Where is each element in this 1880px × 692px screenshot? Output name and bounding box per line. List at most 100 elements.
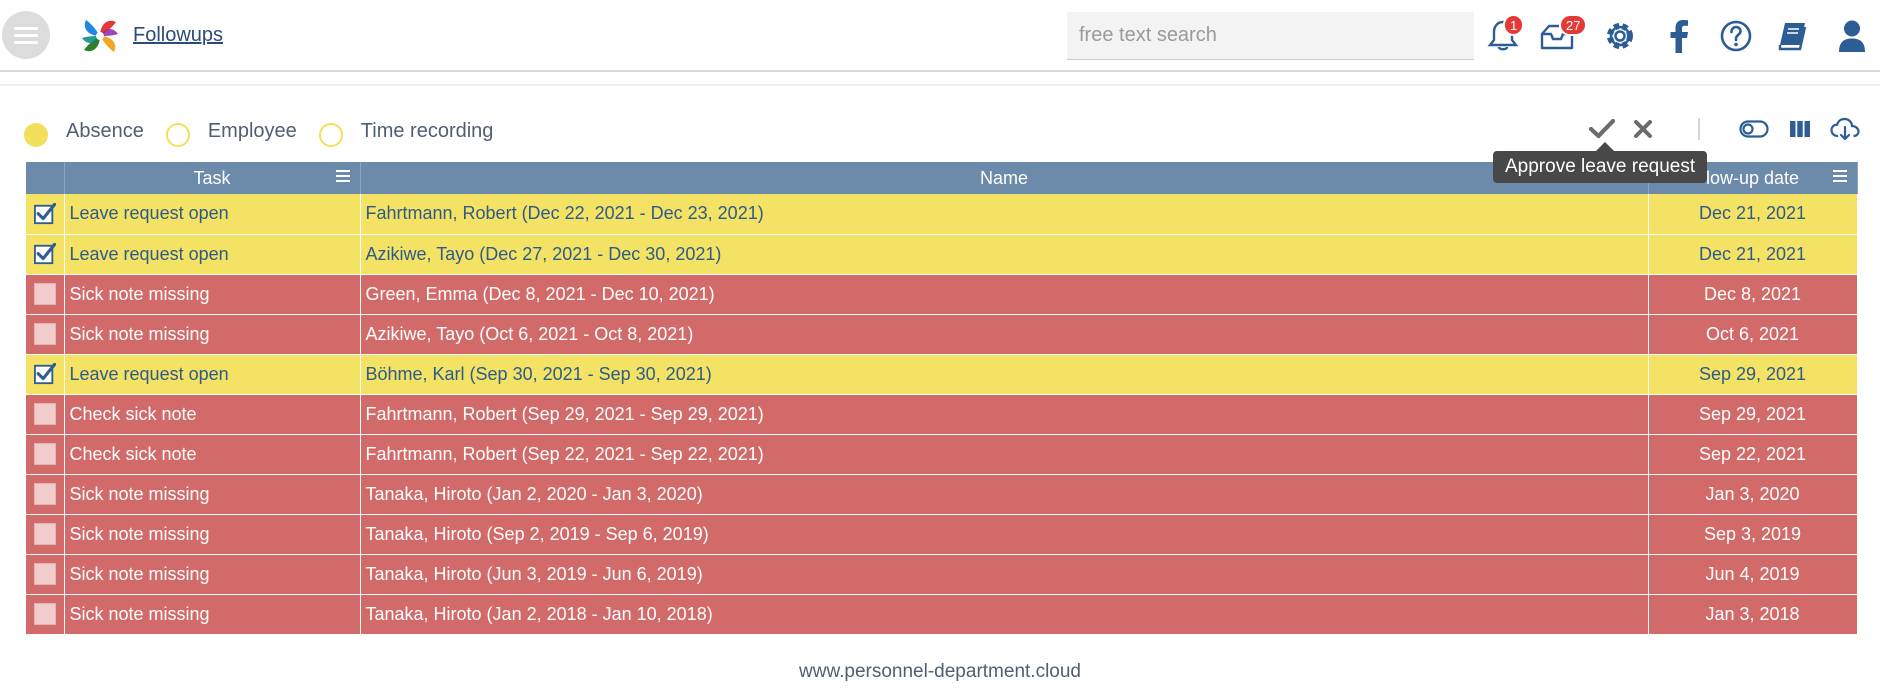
checkbox-unchecked[interactable]: [33, 323, 56, 345]
filter-time-recording[interactable]: Time recording: [318, 115, 493, 147]
filter-label: Absence: [66, 119, 144, 142]
followup-date-cell: Sep 29, 2021: [1648, 394, 1858, 435]
filter-label: Employee: [207, 119, 297, 142]
checkbox-unchecked[interactable]: [33, 523, 56, 545]
name-cell: Böhme, Karl (Sep 30, 2021 - Sep 30, 2021…: [360, 354, 1649, 395]
toolbar-divider: [1698, 118, 1700, 140]
column-header-label: Name: [979, 167, 1028, 188]
settings-button[interactable]: [1600, 16, 1640, 56]
app-title-link[interactable]: Followups: [133, 24, 223, 47]
checkbox-checked[interactable]: [33, 363, 56, 385]
select-cell[interactable]: [26, 234, 65, 275]
checkbox-unchecked[interactable]: [33, 283, 56, 305]
select-cell[interactable]: [26, 354, 65, 395]
name-cell: Green, Emma (Dec 8, 2021 - Dec 10, 2021): [360, 274, 1649, 315]
table-row[interactable]: Sick note missing Tanaka, Hiroto (Jun 3, …: [26, 554, 1858, 595]
top-header: Followups 1 27: [0, 0, 1880, 72]
select-cell[interactable]: [26, 314, 65, 355]
task-cell: Sick note missing: [64, 514, 361, 555]
app-logo: [82, 20, 118, 52]
column-menu-icon[interactable]: [335, 170, 350, 184]
time-recording-radio[interactable]: [318, 123, 343, 147]
checkbox-unchecked[interactable]: [33, 603, 56, 625]
user-account-button[interactable]: [1832, 16, 1872, 56]
download-button[interactable]: [1829, 114, 1861, 144]
gear-icon: [1607, 23, 1633, 49]
checkbox-unchecked[interactable]: [33, 403, 56, 425]
facebook-link[interactable]: [1659, 16, 1699, 56]
checkbox-checked[interactable]: [33, 202, 56, 225]
table-body: Leave request open Fahrtmann, Robert (Dec…: [26, 194, 1858, 635]
category-filter-group: Absence Employee Time recording: [24, 115, 515, 147]
table-row[interactable]: Sick note missing Green, Emma (Dec 8, 202…: [26, 274, 1858, 315]
facebook-icon: [1670, 20, 1688, 53]
task-column-header[interactable]: Task: [64, 162, 361, 194]
absence-radio[interactable]: [24, 123, 48, 147]
followup-date-cell: Oct 6, 2021: [1648, 314, 1858, 355]
select-cell[interactable]: [26, 594, 65, 635]
search-input[interactable]: [1067, 12, 1474, 60]
followup-date-cell: Jan 3, 2018: [1648, 594, 1858, 635]
menu-icon-bar: [14, 40, 38, 44]
help-button[interactable]: [1716, 16, 1756, 56]
footer-url: www.personnel-department.cloud: [799, 661, 1081, 682]
table-row[interactable]: Sick note missing Tanaka, Hiroto (Sep 2, …: [26, 514, 1858, 555]
employee-radio[interactable]: [165, 123, 190, 147]
task-cell: Sick note missing: [64, 474, 361, 515]
approve-button[interactable]: [1586, 114, 1618, 144]
messages-badge: 27: [1559, 14, 1588, 36]
column-menu-icon[interactable]: [1832, 170, 1847, 184]
menu-button[interactable]: [2, 11, 50, 59]
table-row[interactable]: Sick note missing Tanaka, Hiroto (Jan 2, …: [26, 594, 1858, 635]
table-row[interactable]: Leave request open Azikiwe, Tayo (Dec 27,…: [26, 234, 1858, 275]
select-column-header: [26, 162, 65, 194]
select-cell[interactable]: [26, 474, 65, 515]
checkbox-unchecked[interactable]: [33, 443, 56, 465]
columns-button[interactable]: [1784, 114, 1816, 144]
column-header-label: Task: [193, 167, 231, 188]
checkbox-checked[interactable]: [33, 243, 56, 265]
followup-date-cell: Jan 3, 2020: [1648, 474, 1858, 515]
task-cell: Sick note missing: [64, 314, 361, 355]
column-header-label: low-up date: [1705, 167, 1800, 188]
messages-button[interactable]: 27: [1537, 14, 1588, 56]
name-cell: Azikiwe, Tayo (Dec 27, 2021 - Dec 30, 20…: [360, 234, 1649, 275]
reject-button[interactable]: [1627, 114, 1659, 144]
followup-date-cell: Sep 29, 2021: [1648, 354, 1858, 395]
task-cell: Sick note missing: [64, 554, 361, 595]
task-cell: Leave request open: [64, 354, 361, 395]
filter-employee[interactable]: Employee: [165, 115, 297, 147]
select-cell[interactable]: [26, 554, 65, 595]
table-row[interactable]: Check sick note Fahrtmann, Robert (Sep 22…: [26, 434, 1858, 475]
table-row[interactable]: Sick note missing Tanaka, Hiroto (Jan 2, …: [26, 474, 1858, 515]
table-row[interactable]: Sick note missing Azikiwe, Tayo (Oct 6, 2…: [26, 314, 1858, 355]
followup-date-cell: Dec 21, 2021: [1648, 194, 1858, 235]
followup-date-cell: Sep 3, 2019: [1648, 514, 1858, 555]
select-cell[interactable]: [26, 514, 65, 555]
select-cell[interactable]: [26, 394, 65, 435]
followup-date-cell: Sep 22, 2021: [1648, 434, 1858, 475]
followup-date-cell: Jun 4, 2019: [1648, 554, 1858, 595]
task-cell: Check sick note: [64, 434, 361, 475]
table-row[interactable]: Check sick note Fahrtmann, Robert (Sep 29…: [26, 394, 1858, 435]
checkbox-unchecked[interactable]: [33, 483, 56, 505]
name-column-header[interactable]: Name: [360, 162, 1649, 194]
select-cell[interactable]: [26, 274, 65, 315]
followup-date-cell: Dec 21, 2021: [1648, 234, 1858, 275]
task-cell: Sick note missing: [64, 274, 361, 315]
task-cell: Leave request open: [64, 194, 361, 235]
select-cell[interactable]: [26, 194, 65, 235]
name-cell: Fahrtmann, Robert (Dec 22, 2021 - Dec 23…: [360, 194, 1649, 235]
table-row[interactable]: Leave request open Böhme, Karl (Sep 30, 2…: [26, 354, 1858, 395]
name-cell: Fahrtmann, Robert (Sep 22, 2021 - Sep 22…: [360, 434, 1649, 475]
table-row[interactable]: Leave request open Fahrtmann, Robert (Dec…: [26, 194, 1858, 235]
checkbox-unchecked[interactable]: [33, 563, 56, 585]
manual-button[interactable]: [1773, 16, 1813, 56]
select-cell[interactable]: [26, 434, 65, 475]
toggle-view-button[interactable]: [1738, 114, 1770, 144]
approve-tooltip: Approve leave request: [1493, 142, 1708, 183]
notifications-badge: 1: [1503, 14, 1525, 36]
notifications-button[interactable]: 1: [1483, 14, 1525, 56]
task-cell: Check sick note: [64, 394, 361, 435]
filter-absence[interactable]: Absence: [24, 115, 144, 147]
